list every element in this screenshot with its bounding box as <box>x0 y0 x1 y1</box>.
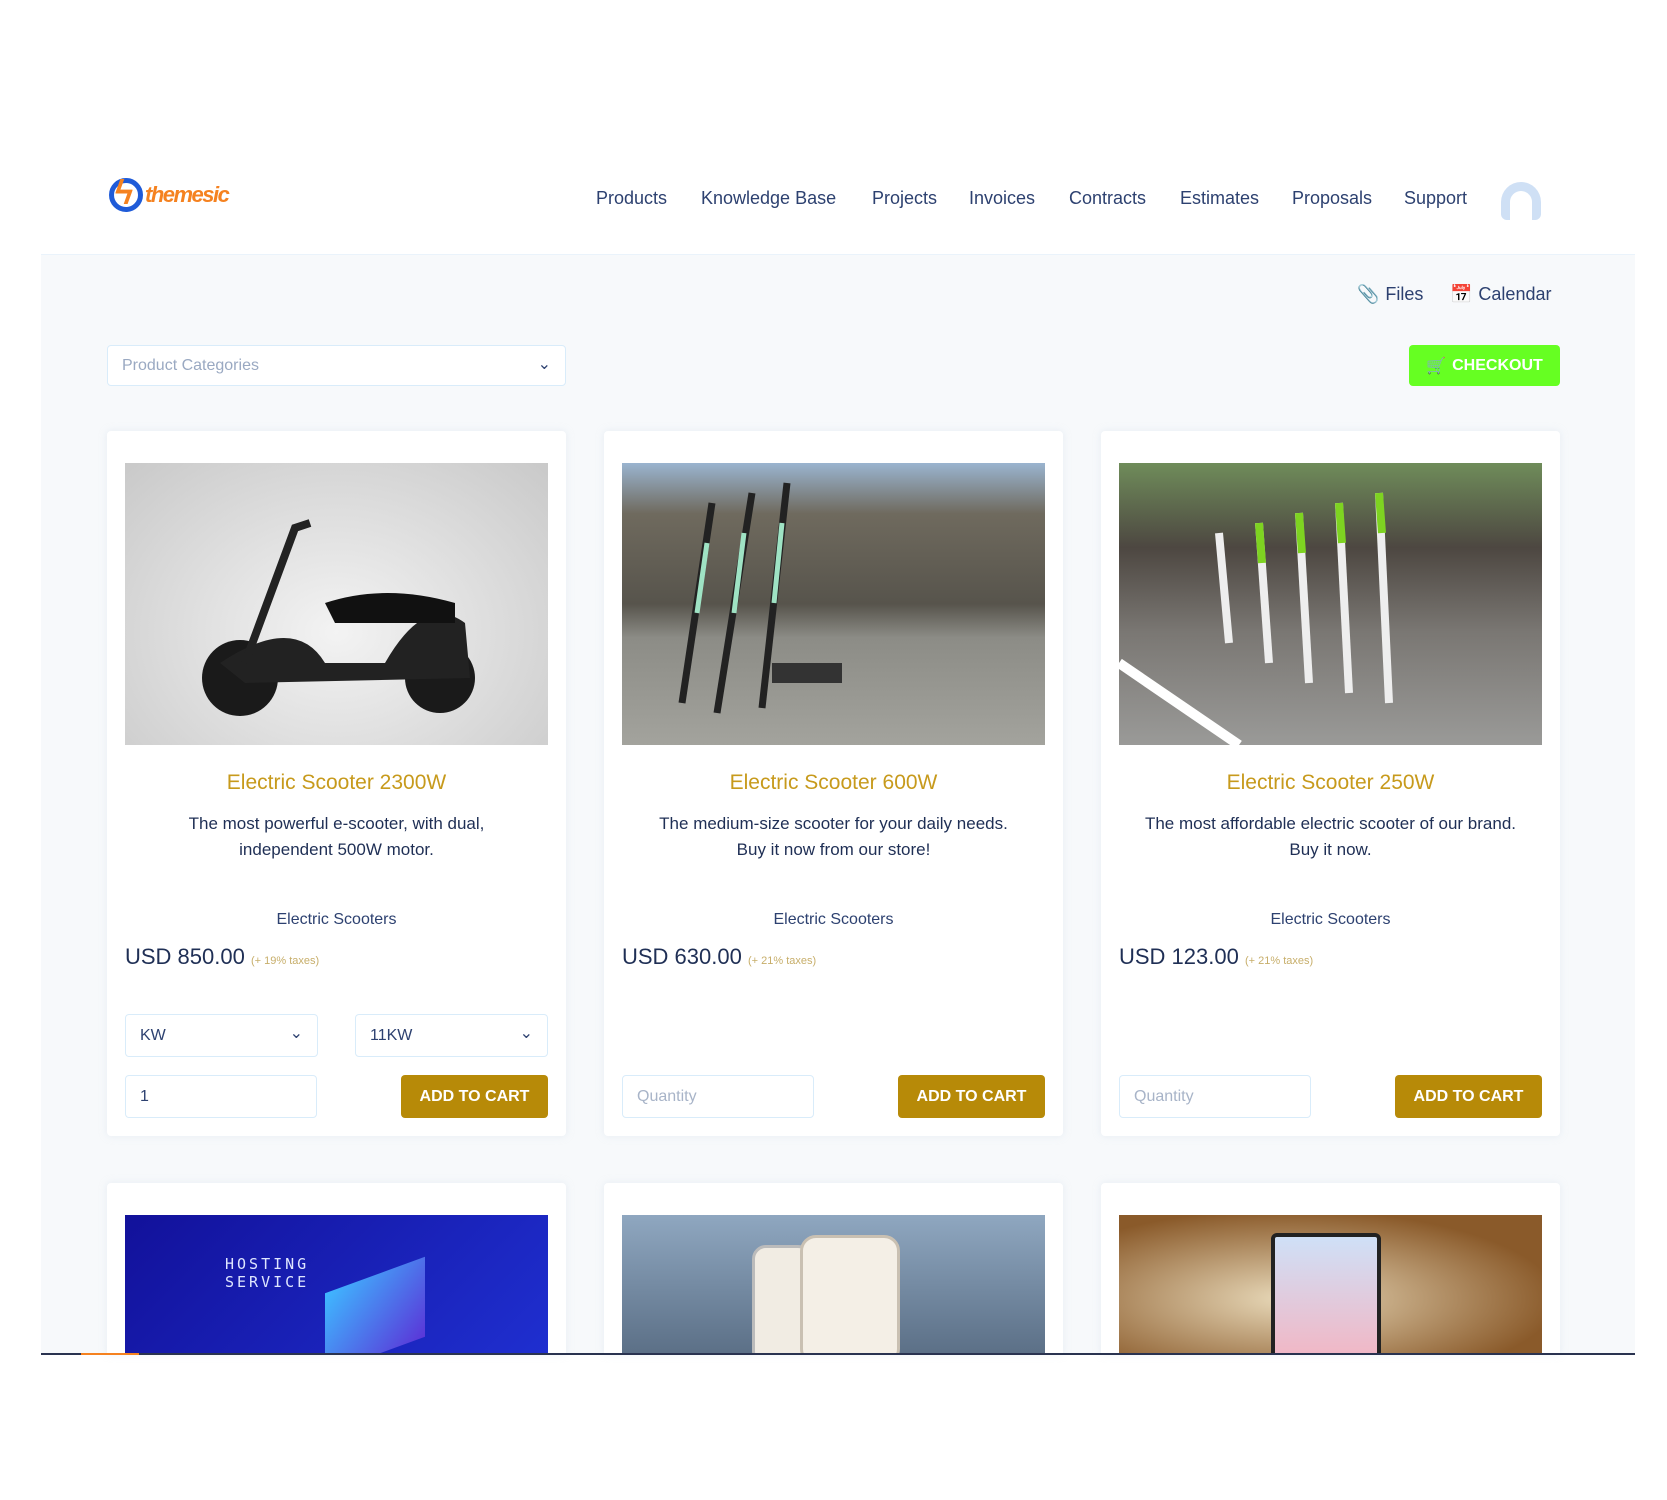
bottom-divider <box>41 1353 1635 1355</box>
product-card: Electric Scooter 2300W The most powerful… <box>107 431 566 1136</box>
quantity-input[interactable] <box>1119 1075 1311 1118</box>
calendar-icon: 📅 <box>1450 284 1473 304</box>
product-category: Electric Scooters <box>276 911 397 928</box>
product-image[interactable] <box>1119 1215 1542 1354</box>
product-image[interactable] <box>1116 463 1542 750</box>
add-to-cart-button[interactable]: ADD TO CART <box>898 1075 1045 1118</box>
tax-note: (+ 19% taxes) <box>250 955 320 967</box>
chevron-down-icon: ⌄ <box>519 1025 533 1042</box>
product-card <box>1101 1183 1560 1354</box>
nav-knowledge-base[interactable]: Knowledge Base <box>701 188 836 209</box>
product-image[interactable] <box>622 463 1045 745</box>
calendar-link[interactable]: 📅 Calendar <box>1450 284 1551 305</box>
product-card: HOSTING SERVICE <box>107 1183 566 1354</box>
server-illustration <box>325 1256 425 1354</box>
nav-contracts[interactable]: Contracts <box>1069 188 1146 209</box>
product-title[interactable]: Electric Scooter 250W <box>1101 771 1560 795</box>
chevron-down-icon: ⌄ <box>537 356 551 373</box>
logo-bolt-icon: ϟ <box>115 174 133 212</box>
tablet-image <box>1271 1233 1381 1354</box>
nav-proposals[interactable]: Proposals <box>1292 188 1372 209</box>
product-description: The most powerful e-scooter, with dual, … <box>188 814 485 859</box>
quantity-input[interactable] <box>622 1075 814 1118</box>
add-to-cart-button[interactable]: ADD TO CART <box>401 1075 548 1118</box>
cart-icon: 🛒 <box>1426 357 1447 375</box>
product-category: Electric Scooters <box>773 911 894 928</box>
tax-note: (+ 21% taxes) <box>1244 955 1314 967</box>
logo-text: themesic <box>145 182 230 207</box>
product-image[interactable] <box>622 1215 1045 1354</box>
nav-projects[interactable]: Projects <box>872 188 937 209</box>
nav-invoices[interactable]: Invoices <box>969 188 1035 209</box>
checkout-button[interactable]: 🛒 CHECKOUT <box>1409 345 1560 386</box>
chevron-down-icon: ⌄ <box>289 1025 303 1042</box>
product-price: USD 123.00 (+ 21% taxes) <box>1119 944 1313 970</box>
price-value: USD 123.00 <box>1119 944 1239 969</box>
select-value: KW <box>140 1027 166 1044</box>
nav-estimates[interactable]: Estimates <box>1180 188 1259 209</box>
calendar-label: Calendar <box>1478 284 1552 304</box>
product-description: The medium-size scooter for your daily n… <box>659 814 1008 859</box>
option-select-unit[interactable]: KW ⌄ <box>125 1014 318 1057</box>
product-title[interactable]: Electric Scooter 2300W <box>107 771 566 795</box>
files-label: Files <box>1385 284 1424 304</box>
quantity-input[interactable] <box>125 1075 317 1118</box>
price-value: USD 630.00 <box>622 944 742 969</box>
phone-front-image <box>800 1235 900 1354</box>
progress-accent <box>81 1353 139 1355</box>
files-link[interactable]: 📎 Files <box>1357 284 1423 305</box>
user-avatar[interactable] <box>1501 182 1541 220</box>
select-placeholder: Product Categories <box>122 357 259 374</box>
product-image[interactable]: HOSTING SERVICE <box>125 1215 548 1354</box>
product-category: Electric Scooters <box>1270 911 1391 928</box>
product-categories-select[interactable]: Product Categories ⌄ <box>107 345 566 386</box>
product-card: Electric Scooter 250W The most affordabl… <box>1101 431 1560 1136</box>
nav-products[interactable]: Products <box>596 188 667 209</box>
select-value: 11KW <box>370 1027 413 1044</box>
price-value: USD 850.00 <box>125 944 245 969</box>
checkout-label: CHECKOUT <box>1452 356 1543 374</box>
hosting-image-text: HOSTING SERVICE <box>225 1255 310 1291</box>
scooter-image <box>202 519 475 716</box>
product-description: The most affordable electric scooter of … <box>1144 814 1517 859</box>
product-card: Electric Scooter 600W The medium-size sc… <box>604 431 1063 1136</box>
nav-support[interactable]: Support <box>1404 188 1467 209</box>
scooters-image <box>678 482 842 714</box>
product-price: USD 630.00 (+ 21% taxes) <box>622 944 816 970</box>
product-price: USD 850.00 (+ 19% taxes) <box>125 944 319 970</box>
paperclip-icon: 📎 <box>1357 284 1380 304</box>
product-card <box>604 1183 1063 1354</box>
product-image[interactable] <box>125 463 548 745</box>
scooters-row-image <box>1116 492 1393 750</box>
product-title[interactable]: Electric Scooter 600W <box>604 771 1063 795</box>
add-to-cart-button[interactable]: ADD TO CART <box>1395 1075 1542 1118</box>
tax-note: (+ 21% taxes) <box>747 955 817 967</box>
option-select-power[interactable]: 11KW ⌄ <box>355 1014 548 1057</box>
logo[interactable]: ϟ themesic <box>107 174 230 220</box>
